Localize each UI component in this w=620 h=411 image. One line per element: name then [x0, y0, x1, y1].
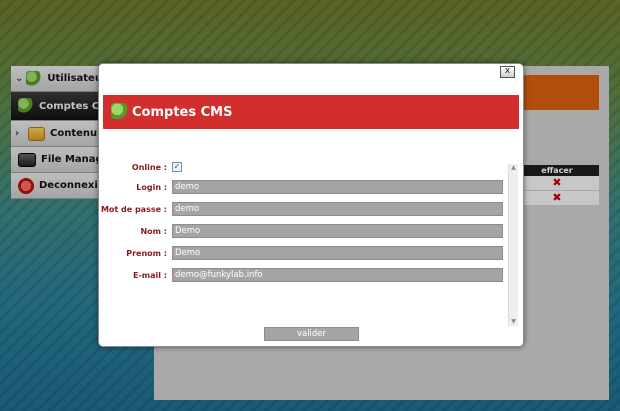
account-modal: x Comptes CMS Online : ✓ Login : demo Mo…: [98, 63, 524, 347]
scrollbar[interactable]: ▲ ▼: [508, 164, 518, 326]
users-icon: [111, 103, 129, 121]
nom-field[interactable]: Demo: [172, 224, 503, 238]
password-label: Mot de passe :: [100, 204, 167, 214]
online-label: Online :: [131, 162, 167, 172]
online-row: Online : ✓: [99, 162, 182, 172]
nom-row: Nom : Demo: [99, 224, 503, 238]
modal-header: Comptes CMS: [103, 95, 519, 129]
email-field[interactable]: demo@funkylab.info: [172, 268, 503, 282]
login-label: Login :: [136, 182, 167, 192]
prenom-field[interactable]: Demo: [172, 246, 503, 260]
modal-title: Comptes CMS: [132, 104, 233, 120]
submit-button[interactable]: valider: [264, 327, 359, 341]
nom-label: Nom :: [140, 226, 167, 236]
email-label: E-mail :: [133, 270, 167, 280]
scroll-down-icon[interactable]: ▼: [509, 318, 518, 326]
password-row: Mot de passe : demo: [99, 202, 503, 216]
login-field[interactable]: demo: [172, 180, 503, 194]
prenom-label: Prenom :: [126, 248, 167, 258]
email-row: E-mail : demo@funkylab.info: [99, 268, 503, 282]
password-field[interactable]: demo: [172, 202, 503, 216]
prenom-row: Prenom : Demo: [99, 246, 503, 260]
online-checkbox[interactable]: ✓: [172, 162, 182, 172]
login-row: Login : demo: [99, 180, 503, 194]
close-button[interactable]: x: [500, 66, 515, 78]
scroll-up-icon[interactable]: ▲: [509, 164, 518, 172]
